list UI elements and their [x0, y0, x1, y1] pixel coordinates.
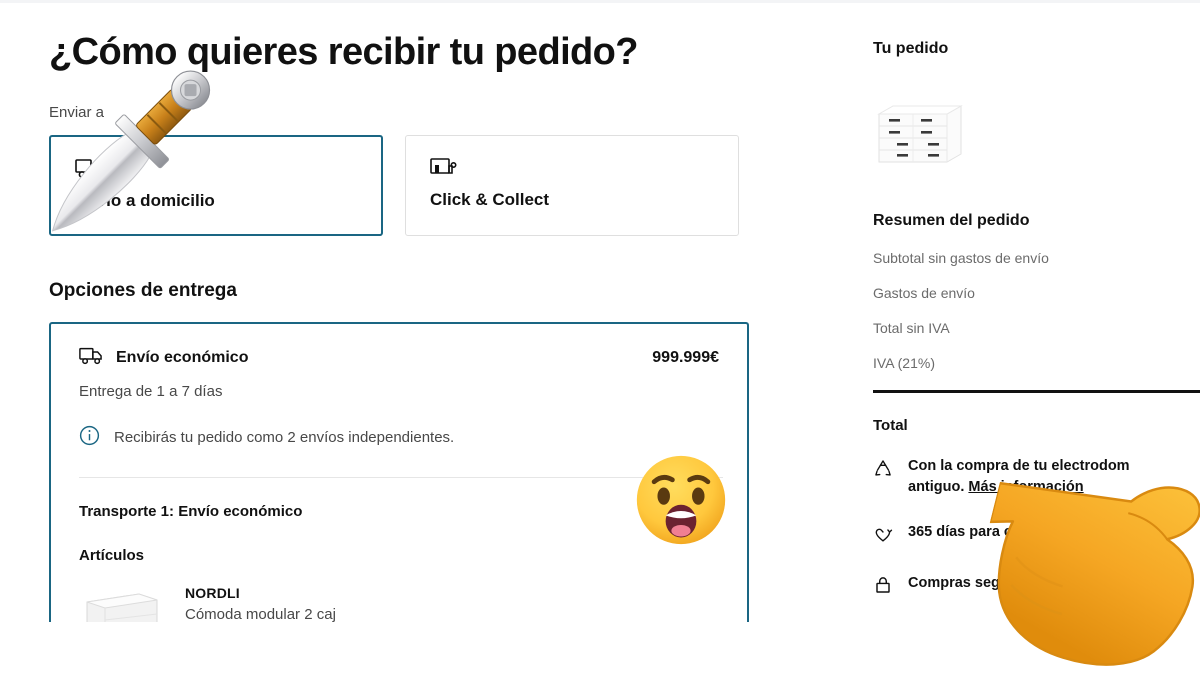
order-summary-panel: Tu pedido Resumen del pedido Subtotal si… — [873, 40, 1200, 624]
delivery-option-header: Envío económico 999.999€ — [79, 346, 719, 370]
heart-return-icon — [873, 522, 895, 549]
delivery-option-title: Envío económico — [116, 348, 249, 366]
top-divider — [0, 0, 1200, 3]
recycle-icon — [873, 456, 895, 483]
delivery-option-price: 999.999€ — [652, 348, 719, 366]
total-divider — [873, 390, 1200, 393]
card-divider — [79, 476, 723, 478]
total-label: Total — [873, 417, 908, 434]
article-name: NORDLI — [185, 584, 240, 601]
delivery-method-label: Click & Collect — [430, 189, 550, 209]
info-circle-icon — [79, 425, 100, 451]
delivery-option-subtitle: Entrega de 1 a 7 días — [79, 382, 223, 400]
transport-title: Transporte 1: Envío económico — [79, 502, 303, 520]
page-title: ¿Cómo quieres recibir tu pedido? — [49, 31, 638, 73]
benefit-secure-purchase: Compras seguras con cifrado de datos — [873, 573, 1200, 600]
order-product-image — [873, 90, 969, 170]
benefits-list: Con la compra de tu electrodom antiguo. M… — [873, 456, 1200, 600]
order-summary-rows: Subtotal sin gastos de envío Gastos de e… — [873, 250, 1200, 371]
lock-icon — [873, 573, 895, 600]
delivery-truck-icon — [75, 157, 357, 183]
summary-row-shipping: Gastos de envío — [873, 285, 975, 301]
delivery-method-home-delivery[interactable]: Envío a domicilio — [49, 134, 383, 236]
ship-to-label: Enviar a — [49, 103, 105, 121]
article-thumbnail — [79, 580, 163, 622]
summary-row-vat: IVA (21%) — [873, 355, 935, 371]
articles-heading: Artículos — [79, 546, 145, 564]
summary-row-subtotal: Subtotal sin gastos de envío — [873, 250, 1049, 266]
benefit-line2-prefix: antiguo. — [908, 479, 969, 496]
order-summary-title: Resumen del pedido — [873, 212, 1030, 229]
checkout-page: ¿Cómo quieres recibir tu pedido? Enviar … — [0, 0, 1200, 675]
article-list-item: NORDLI Cómoda modular 2 caj — [79, 580, 719, 622]
benefit-recycling-text: Con la compra de tu electrodom antiguo. M… — [908, 456, 1130, 498]
delivery-method-click-collect[interactable]: Click & Collect — [405, 134, 739, 236]
delivery-method-options: Envío a domicilio Click & Collect — [49, 134, 749, 236]
delivery-method-label: Envío a domicilio — [75, 190, 215, 210]
delivery-info-notice: Recibirás tu pedido como 2 envíos indepe… — [79, 425, 719, 451]
delivery-options-heading: Opciones de entrega — [49, 279, 237, 301]
article-info: NORDLI Cómoda modular 2 caj — [185, 580, 336, 622]
summary-row-total-excl-vat: Total sin IVA — [873, 320, 950, 336]
article-description: Cómoda modular 2 caj — [185, 605, 336, 622]
store-pickup-icon — [430, 156, 714, 182]
delivery-option-card[interactable]: Envío económico 999.999€ Entrega de 1 a … — [49, 321, 749, 622]
benefit-returns-text: 365 días para cambiar de opinión — [908, 524, 1137, 541]
order-panel-title: Tu pedido — [873, 40, 949, 57]
benefit-line1: Con la compra de tu electrodom — [908, 458, 1130, 474]
benefit-secure-text: Compras seguras con cifrado de datos — [908, 575, 1177, 592]
benefit-recycling: Con la compra de tu electrodom antiguo. M… — [873, 456, 1200, 498]
benefit-returns: 365 días para cambiar de opinión — [873, 522, 1200, 549]
delivery-option-title-group: Envío económico — [79, 346, 248, 370]
delivery-main-column: ¿Cómo quieres recibir tu pedido? Enviar … — [49, 30, 749, 622]
delivery-truck-icon — [79, 346, 105, 370]
delivery-info-text: Recibirás tu pedido como 2 envíos indepe… — [114, 429, 455, 447]
more-info-link[interactable]: Más información — [968, 479, 1083, 495]
